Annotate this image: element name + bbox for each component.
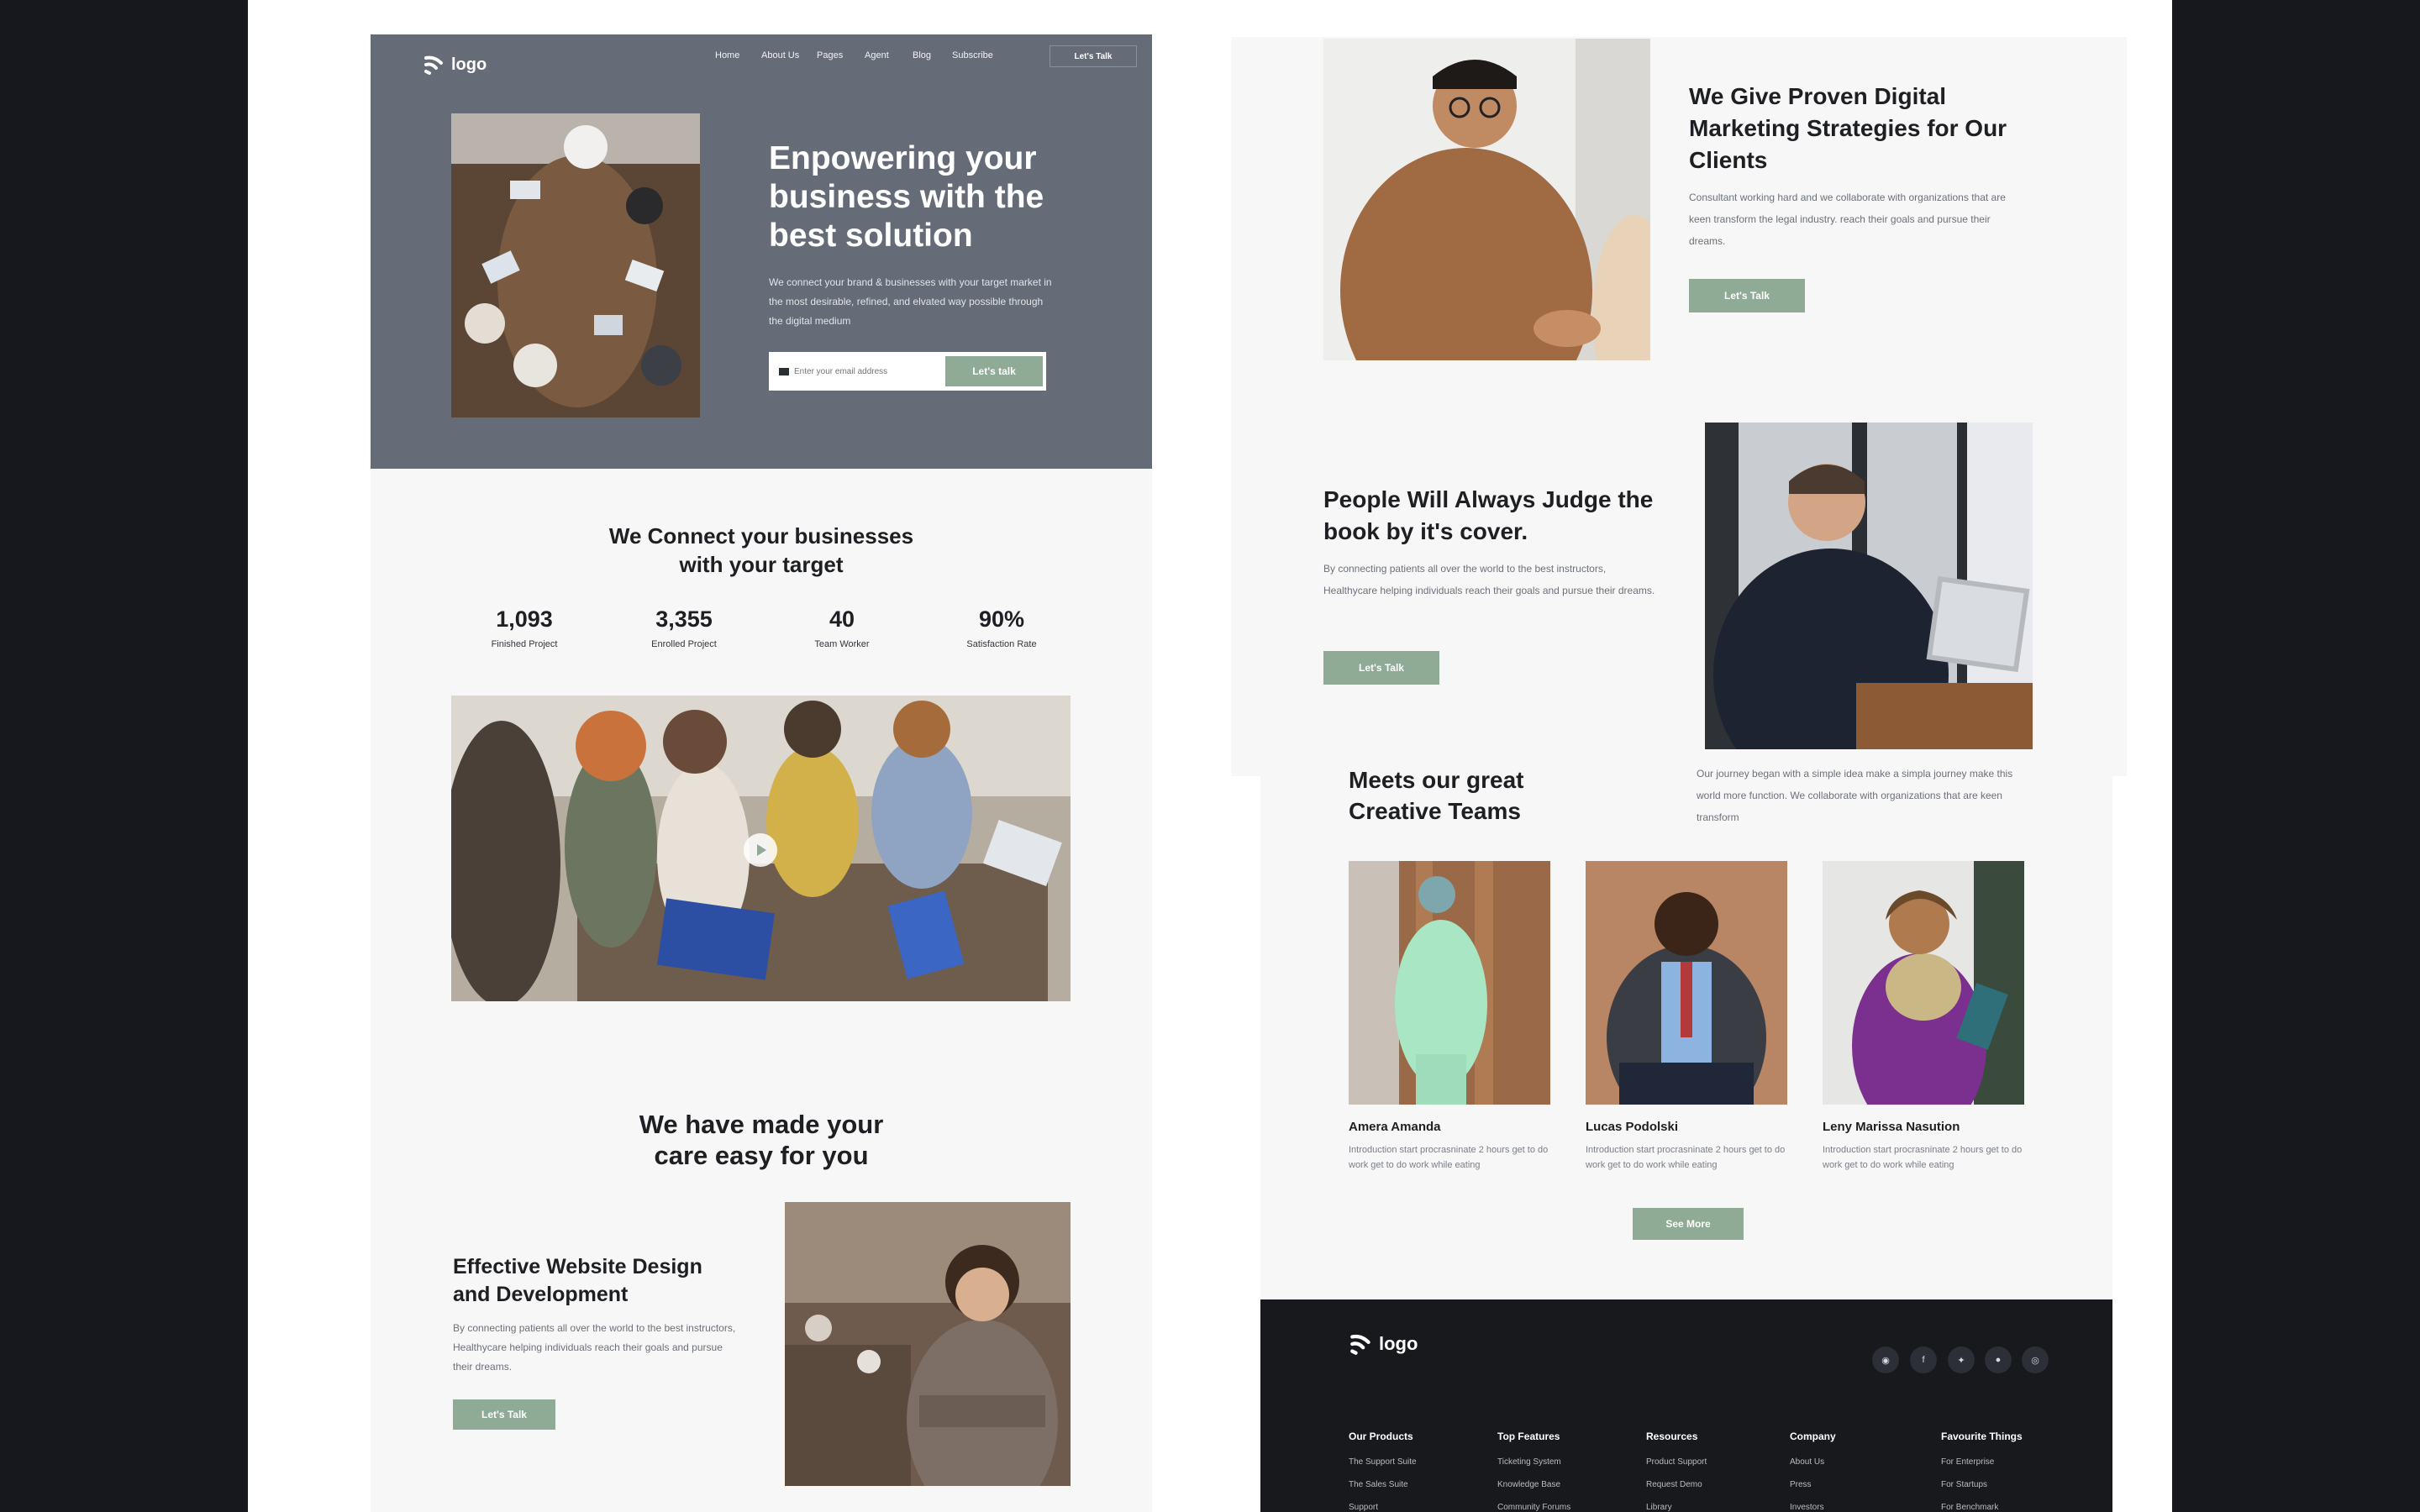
nav-link-blog[interactable]: Blog [913, 50, 931, 60]
team-video-thumbnail[interactable] [451, 696, 1071, 1001]
footer-link[interactable]: Community Forums [1497, 1503, 1570, 1512]
dribbble-icon[interactable]: ◎ [2022, 1347, 2049, 1373]
stat-value: 1,093 [496, 606, 553, 632]
stat-value: 90% [978, 606, 1025, 632]
play-button[interactable] [744, 833, 777, 867]
footer-link[interactable]: Product Support [1646, 1457, 1707, 1467]
logo-icon [1350, 1334, 1370, 1355]
stat-label: Satisfaction Rate [966, 639, 1037, 649]
logo-text: logo [451, 55, 487, 74]
feature-cta-button[interactable]: Let's Talk [453, 1399, 555, 1430]
footer-heading: Company [1790, 1431, 1836, 1442]
facebook-icon[interactable]: f [1910, 1347, 1937, 1373]
footer-link[interactable]: Press [1790, 1480, 1836, 1489]
stat-label: Team Worker [814, 639, 870, 649]
connect-title: We Connect your businesses with your tar… [608, 523, 914, 577]
footer-link[interactable]: Request Demo [1646, 1480, 1707, 1489]
footer-column-products: Our Products The Support Suite The Sales… [1349, 1431, 1417, 1512]
proven-title: We Give Proven Digital Marketing Strateg… [1689, 83, 2007, 173]
team-member-photo [1349, 861, 1550, 1105]
footer-heading: Resources [1646, 1431, 1698, 1442]
footer-column-features: Top Features Ticketing System Knowledge … [1497, 1431, 1570, 1512]
footer-heading: Our Products [1349, 1431, 1413, 1442]
care-title: We have made your care easy for you [639, 1110, 884, 1170]
footer-link[interactable]: About Us [1790, 1457, 1836, 1467]
nav-link-home[interactable]: Home [715, 50, 739, 60]
footer-column-resources: Resources Product Support Request Demo L… [1646, 1431, 1707, 1512]
footer-link[interactable]: The Sales Suite [1349, 1480, 1417, 1489]
team-member-name: Leny Marissa Nasution [1823, 1120, 1960, 1134]
teams-title: Meets our great Creative Teams [1349, 767, 1524, 824]
hero-description: We connect your brand & businesses with … [769, 276, 1052, 327]
footer-link[interactable]: For Benchmark [1941, 1503, 2023, 1512]
footer-link[interactable]: For Startups [1941, 1480, 2023, 1489]
hero-title: Enpowering your business with the best s… [769, 140, 1044, 254]
nav-link-pages[interactable]: Pages [817, 50, 843, 60]
hero-section: logo Home About Us Pages Agent Blog Subs… [371, 34, 1152, 469]
footer-link[interactable]: Support [1349, 1503, 1417, 1512]
landing-page-right: We Give Proven Digital Marketing Strateg… [1231, 37, 2127, 1512]
judge-title: People Will Always Judge the book by it'… [1323, 486, 1654, 544]
mail-icon [779, 367, 789, 375]
stat-value: 40 [829, 606, 855, 632]
footer-link[interactable]: Investors [1790, 1503, 1836, 1512]
twitter-icon[interactable]: ✦ [1948, 1347, 1975, 1373]
stat-label: Finished Project [491, 639, 558, 649]
footer-link[interactable]: Library [1646, 1503, 1707, 1512]
footer-link[interactable]: Knowledge Base [1497, 1480, 1570, 1489]
showcase-canvas: logo Home About Us Pages Agent Blog Subs… [248, 0, 2172, 1512]
email-signup-form: Let's talk [769, 352, 1046, 391]
hero-team-photo [451, 113, 700, 417]
stat-value: 3,355 [655, 606, 713, 632]
team-member-photo [1586, 861, 1787, 1105]
nav-cta-button[interactable]: Let's Talk [1050, 45, 1137, 67]
stat-label: Enrolled Project [651, 639, 717, 649]
site-logo[interactable]: logo [423, 53, 487, 76]
team-member-bio: Introduction start procrasninate 2 hours… [1586, 1145, 1786, 1170]
handshake-photo [1323, 39, 1650, 360]
team-member-bio: Introduction start procrasninate 2 hours… [1823, 1145, 2023, 1170]
see-more-button[interactable]: See More [1633, 1208, 1744, 1240]
stat-enrolled: 3,355 Enrolled Project [621, 606, 747, 649]
email-input[interactable] [794, 366, 945, 376]
care-photo [785, 1202, 1071, 1486]
landing-page-left: logo Home About Us Pages Agent Blog Subs… [371, 34, 1152, 1512]
github-icon[interactable]: ● [1985, 1347, 2012, 1373]
proven-cta-button[interactable]: Let's Talk [1689, 279, 1805, 312]
team-card[interactable]: Leny Marissa Nasution Introduction start… [1823, 861, 2024, 1173]
stat-satisfaction: 90% Satisfaction Rate [939, 606, 1065, 649]
team-member-name: Lucas Podolski [1586, 1120, 1679, 1134]
team-member-photo [1823, 861, 2024, 1105]
nav-link-subscribe[interactable]: Subscribe [952, 50, 993, 60]
logo-text: logo [1379, 1333, 1418, 1354]
laptop-man-photo [1705, 423, 2033, 749]
team-card[interactable]: Lucas Podolski Introduction start procra… [1586, 861, 1787, 1173]
footer-link[interactable]: Ticketing System [1497, 1457, 1570, 1467]
team-member-name: Amera Amanda [1349, 1120, 1441, 1134]
hero-cta-button[interactable]: Let's talk [945, 356, 1043, 386]
judge-text: By connecting patients all over the worl… [1323, 563, 1655, 596]
footer-column-favourites: Favourite Things For Enterprise For Star… [1941, 1431, 2023, 1512]
team-member-bio: Introduction start procrasninate 2 hours… [1349, 1145, 1549, 1170]
play-icon [757, 844, 766, 856]
footer-link[interactable]: The Support Suite [1349, 1457, 1417, 1467]
footer-heading: Top Features [1497, 1431, 1560, 1442]
judge-cta-button[interactable]: Let's Talk [1323, 651, 1439, 685]
teams-intro: Our journey began with a simple idea mak… [1697, 768, 2013, 823]
instagram-icon[interactable]: ◉ [1872, 1347, 1899, 1373]
team-card[interactable]: Amera Amanda Introduction start procrasn… [1349, 861, 1550, 1173]
nav-link-about[interactable]: About Us [761, 50, 799, 60]
footer-link[interactable]: For Enterprise [1941, 1457, 2023, 1467]
feature-text: By connecting patients all over the worl… [453, 1322, 736, 1373]
feature-title: Effective Website Design and Development [453, 1255, 702, 1306]
footer-logo[interactable]: logo [1349, 1331, 1418, 1357]
nav-link-agent[interactable]: Agent [865, 50, 889, 60]
footer-heading: Favourite Things [1941, 1431, 2023, 1442]
footer-column-company: Company About Us Press Investors [1790, 1431, 1836, 1512]
logo-icon [424, 55, 443, 75]
stat-team: 40 Team Worker [779, 606, 905, 649]
stat-finished: 1,093 Finished Project [461, 606, 587, 649]
footer: logo ◉ f ✦ ● ◎ Our Products The Support … [1260, 1299, 2112, 1512]
proven-text: Consultant working hard and we collabora… [1689, 192, 2006, 247]
